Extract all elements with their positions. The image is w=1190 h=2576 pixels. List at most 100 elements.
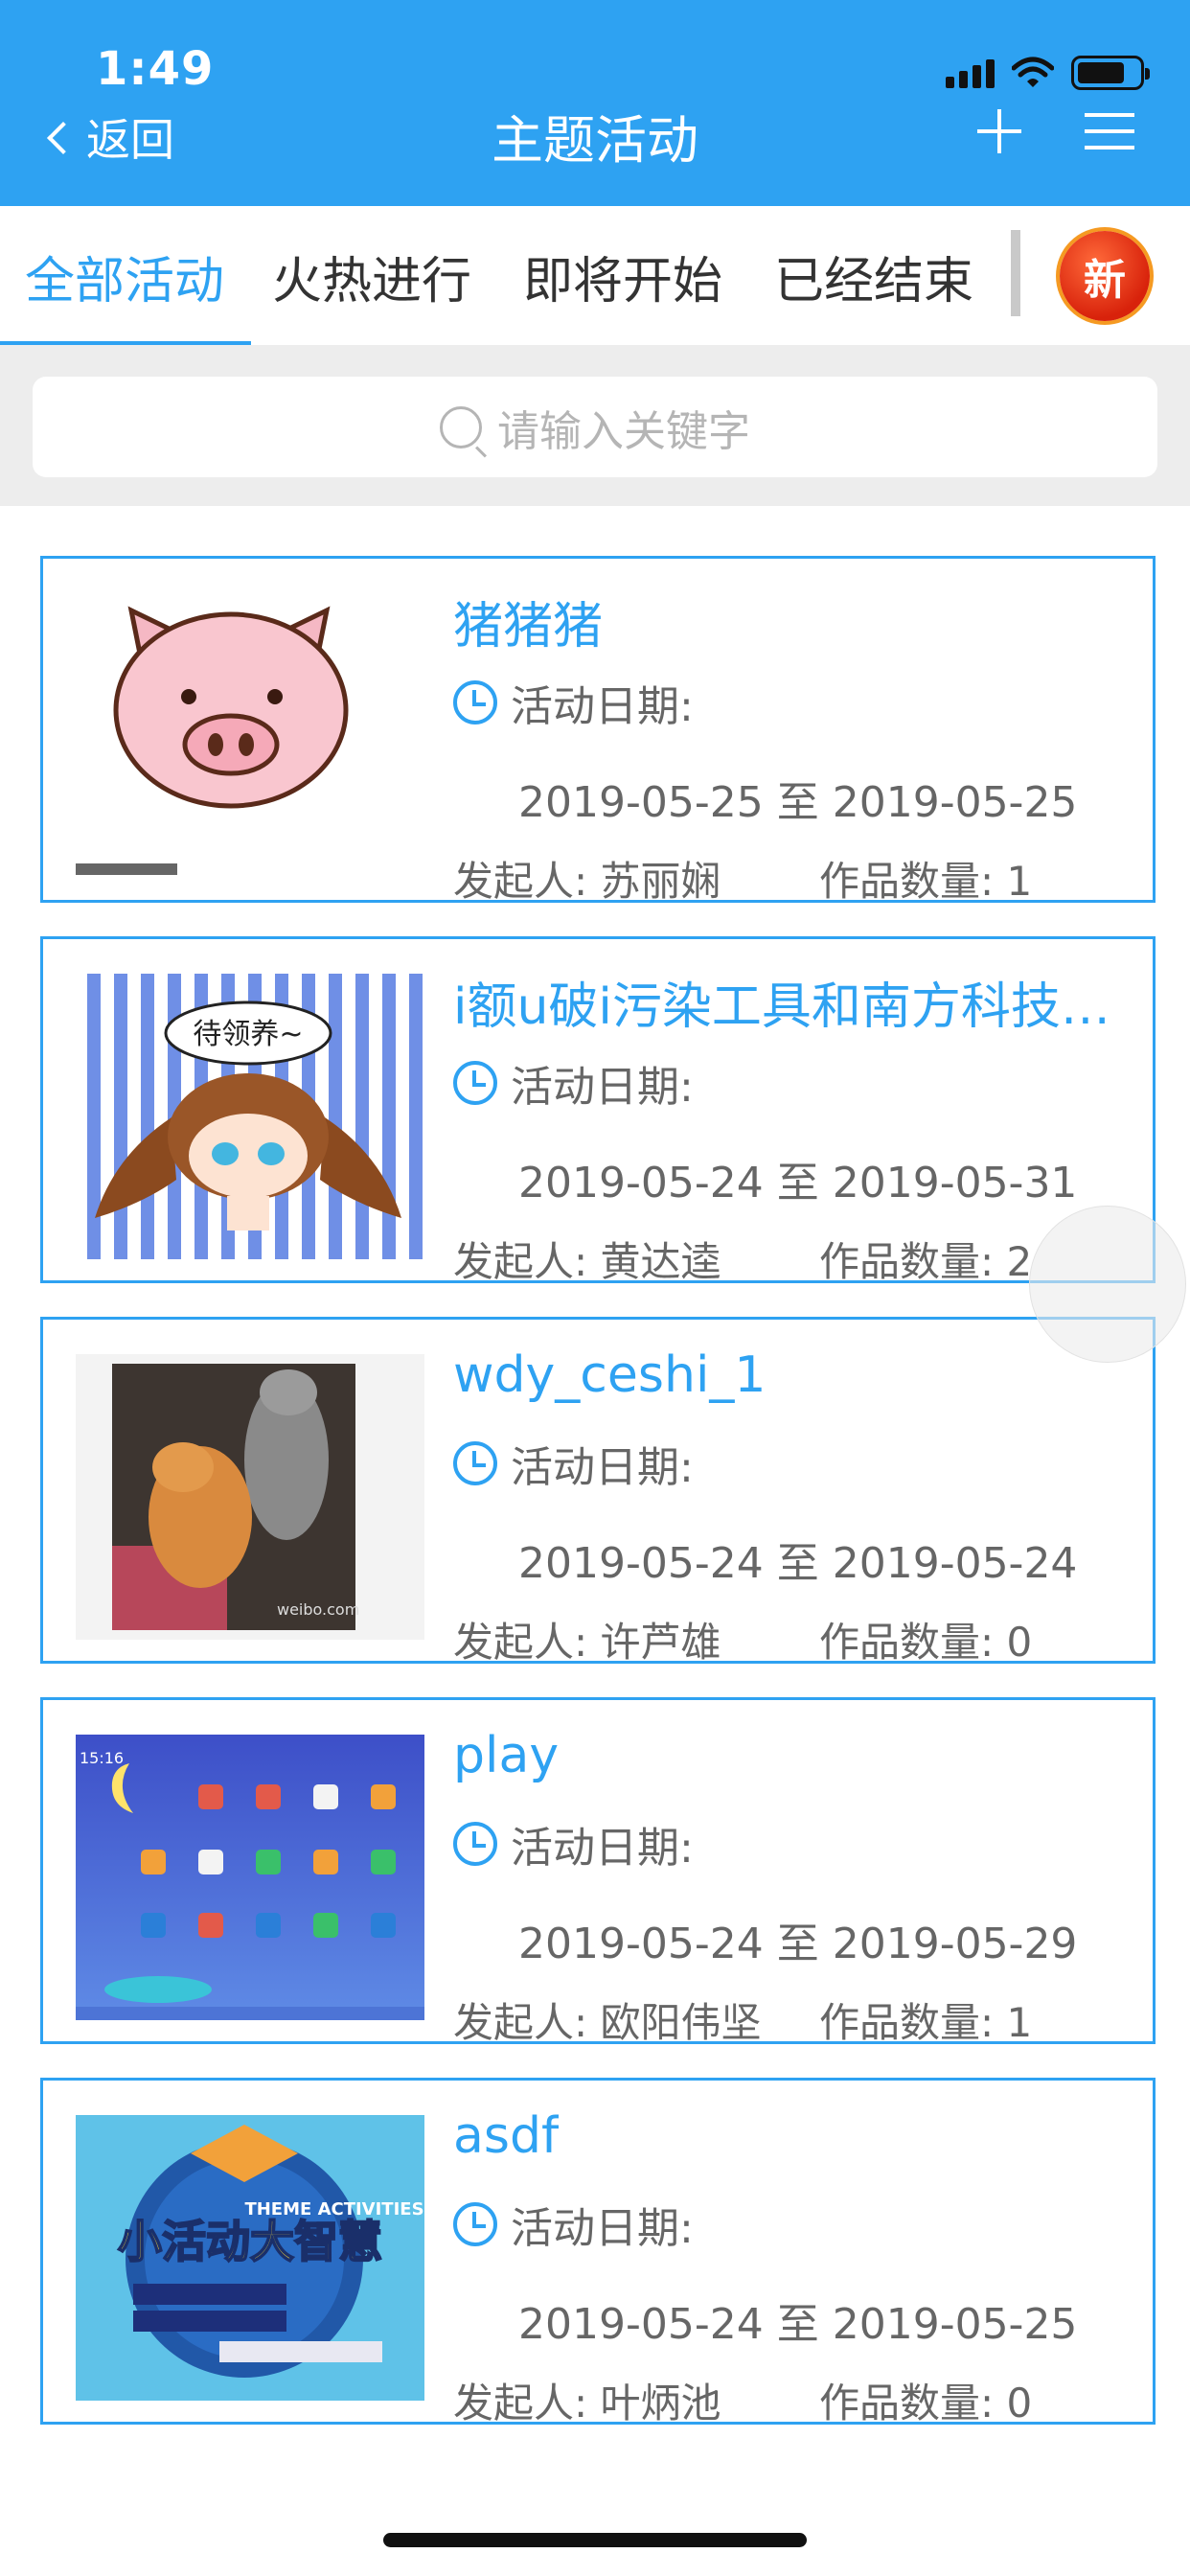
date-range: 2019-05-25 至 2019-05-25 bbox=[518, 768, 1077, 829]
tab-upcoming[interactable]: 即将开始 bbox=[523, 241, 722, 312]
end-date: 2019-05-31 bbox=[832, 1159, 1078, 1208]
date-row: 活动日期: bbox=[453, 1433, 694, 1494]
activity-thumbnail: 15:16 bbox=[76, 1735, 424, 2020]
tablet-screenshot-icon: 15:16 bbox=[76, 1735, 424, 2020]
activity-thumbnail bbox=[76, 593, 424, 879]
end-date: 2019-05-25 bbox=[832, 778, 1078, 827]
end-date: 2019-05-29 bbox=[832, 1920, 1078, 1968]
cellular-signal-icon bbox=[946, 58, 995, 88]
end-date: 2019-05-25 bbox=[832, 2300, 1078, 2349]
search-input[interactable]: 请输入关键字 bbox=[33, 377, 1157, 477]
tab-all[interactable]: 全部活动 bbox=[25, 241, 224, 312]
activity-card[interactable]: 猪猪猪 活动日期: 2019-05-25 至 2019-05-25 发起人: 苏… bbox=[40, 556, 1156, 905]
activity-thumbnail: weibo.com bbox=[76, 1354, 424, 1640]
date-label: 活动日期: bbox=[511, 2204, 694, 2253]
activity-card[interactable]: 15:16 play 活动日期: 2019-05-24 至 2019-05-29… bbox=[40, 1697, 1156, 2046]
svg-text:weibo.com: weibo.com bbox=[277, 1600, 359, 1619]
date-label: 活动日期: bbox=[511, 1063, 694, 1112]
activity-title: asdf bbox=[453, 2107, 560, 2165]
activity-thumbnail: 小活动大智慧 THEME ACTIVITIES bbox=[76, 2115, 424, 2401]
work-count: 作品数量: 2 bbox=[819, 1230, 1032, 1288]
range-separator: 至 bbox=[776, 1539, 819, 1588]
work-count: 作品数量: 1 bbox=[819, 849, 1032, 908]
clock-icon bbox=[453, 680, 497, 724]
activity-card[interactable]: weibo.com wdy_ceshi_1 活动日期: 2019-05-24 至… bbox=[40, 1317, 1156, 1666]
activity-poster-icon: 小活动大智慧 THEME ACTIVITIES bbox=[76, 2115, 424, 2401]
battery-icon bbox=[1071, 56, 1150, 90]
date-row: 活动日期: bbox=[453, 1813, 694, 1874]
menu-icon[interactable] bbox=[1085, 113, 1134, 150]
range-separator: 至 bbox=[776, 1159, 819, 1208]
cats-photo-icon: weibo.com bbox=[76, 1354, 424, 1640]
initiator-name: 黄达逵 bbox=[600, 1238, 721, 1285]
add-icon[interactable] bbox=[977, 109, 1021, 153]
start-date: 2019-05-24 bbox=[518, 2300, 764, 2349]
count-value: 0 bbox=[1006, 2380, 1033, 2426]
search-icon bbox=[440, 405, 482, 448]
tab-ended[interactable]: 已经结束 bbox=[774, 241, 973, 312]
initiator-name: 叶炳池 bbox=[600, 2380, 721, 2426]
activity-title: play bbox=[453, 1727, 560, 1784]
assistive-touch-button[interactable] bbox=[1029, 1206, 1186, 1363]
initiator: 发起人: 苏丽娴 bbox=[453, 849, 721, 908]
activity-title: wdy_ceshi_1 bbox=[453, 1346, 767, 1404]
date-label: 活动日期: bbox=[511, 1443, 694, 1492]
date-range: 2019-05-24 至 2019-05-25 bbox=[518, 2289, 1077, 2351]
count-label: 作品数量: bbox=[819, 1999, 995, 2046]
activity-title: i额u破i污染工具和南方科技… bbox=[453, 978, 1110, 1036]
end-date: 2019-05-24 bbox=[832, 1539, 1078, 1588]
initiator: 发起人: 许芦雄 bbox=[453, 1610, 721, 1668]
initiator-label: 发起人: bbox=[453, 858, 588, 905]
start-date: 2019-05-25 bbox=[518, 778, 764, 827]
activity-card[interactable]: 小活动大智慧 THEME ACTIVITIES asdf 活动日期: 2019-… bbox=[40, 2078, 1156, 2426]
range-separator: 至 bbox=[776, 1920, 819, 1968]
home-indicator[interactable] bbox=[383, 2533, 807, 2547]
activity-title: 猪猪猪 bbox=[453, 598, 604, 656]
tab-ongoing[interactable]: 火热进行 bbox=[272, 241, 471, 312]
count-value: 0 bbox=[1006, 1619, 1033, 1666]
date-range: 2019-05-24 至 2019-05-31 bbox=[518, 1148, 1077, 1209]
initiator: 发起人: 欧阳伟坚 bbox=[453, 1990, 762, 2049]
count-value: 1 bbox=[1006, 858, 1033, 905]
thumb-caption: 待领养~ bbox=[193, 1018, 303, 1051]
search-placeholder: 请输入关键字 bbox=[497, 406, 750, 456]
activity-thumbnail: 待领养~ bbox=[76, 974, 424, 1259]
date-label: 活动日期: bbox=[511, 682, 694, 731]
start-date: 2019-05-24 bbox=[518, 1920, 764, 1968]
wifi-icon bbox=[1012, 57, 1054, 87]
initiator-name: 欧阳伟坚 bbox=[600, 1999, 762, 2046]
tab-divider bbox=[1011, 230, 1020, 316]
initiator-label: 发起人: bbox=[453, 1619, 588, 1666]
tab-bar: 全部活动 火热进行 即将开始 已经结束 新 bbox=[0, 206, 1190, 346]
girl-cartoon-icon: 待领养~ bbox=[76, 974, 424, 1259]
start-date: 2019-05-24 bbox=[518, 1159, 764, 1208]
activity-card[interactable]: 待领养~ i额u破i污染工具和南方科技… 活动日期: 2019-05-24 至 … bbox=[40, 936, 1156, 1285]
pig-icon bbox=[76, 593, 424, 879]
poster-title: 小活动大智慧 bbox=[118, 2216, 382, 2267]
initiator-label: 发起人: bbox=[453, 1238, 588, 1285]
clock-icon bbox=[453, 1822, 497, 1866]
date-row: 活动日期: bbox=[453, 2194, 694, 2255]
app-header: 1:49 返回 主题活动 bbox=[0, 0, 1190, 206]
date-label: 活动日期: bbox=[511, 1824, 694, 1873]
count-label: 作品数量: bbox=[819, 1619, 995, 1666]
range-separator: 至 bbox=[776, 2300, 819, 2349]
thumb-clock: 15:16 bbox=[80, 1749, 124, 1767]
initiator-label: 发起人: bbox=[453, 2380, 588, 2426]
search-area: 请输入关键字 bbox=[0, 345, 1190, 506]
clock-icon bbox=[453, 1061, 497, 1105]
new-badge[interactable]: 新 bbox=[1060, 231, 1150, 321]
poster-subtitle: THEME ACTIVITIES bbox=[244, 2199, 423, 2220]
initiator-name: 许芦雄 bbox=[600, 1619, 721, 1666]
count-label: 作品数量: bbox=[819, 1238, 995, 1285]
initiator: 发起人: 叶炳池 bbox=[453, 2371, 721, 2429]
count-value: 1 bbox=[1006, 1999, 1033, 2046]
range-separator: 至 bbox=[776, 778, 819, 827]
work-count: 作品数量: 0 bbox=[819, 1610, 1032, 1668]
initiator-label: 发起人: bbox=[453, 1999, 588, 2046]
work-count: 作品数量: 1 bbox=[819, 1990, 1032, 2049]
start-date: 2019-05-24 bbox=[518, 1539, 764, 1588]
date-row: 活动日期: bbox=[453, 1052, 694, 1114]
status-icons bbox=[946, 56, 1150, 90]
date-range: 2019-05-24 至 2019-05-24 bbox=[518, 1529, 1077, 1590]
